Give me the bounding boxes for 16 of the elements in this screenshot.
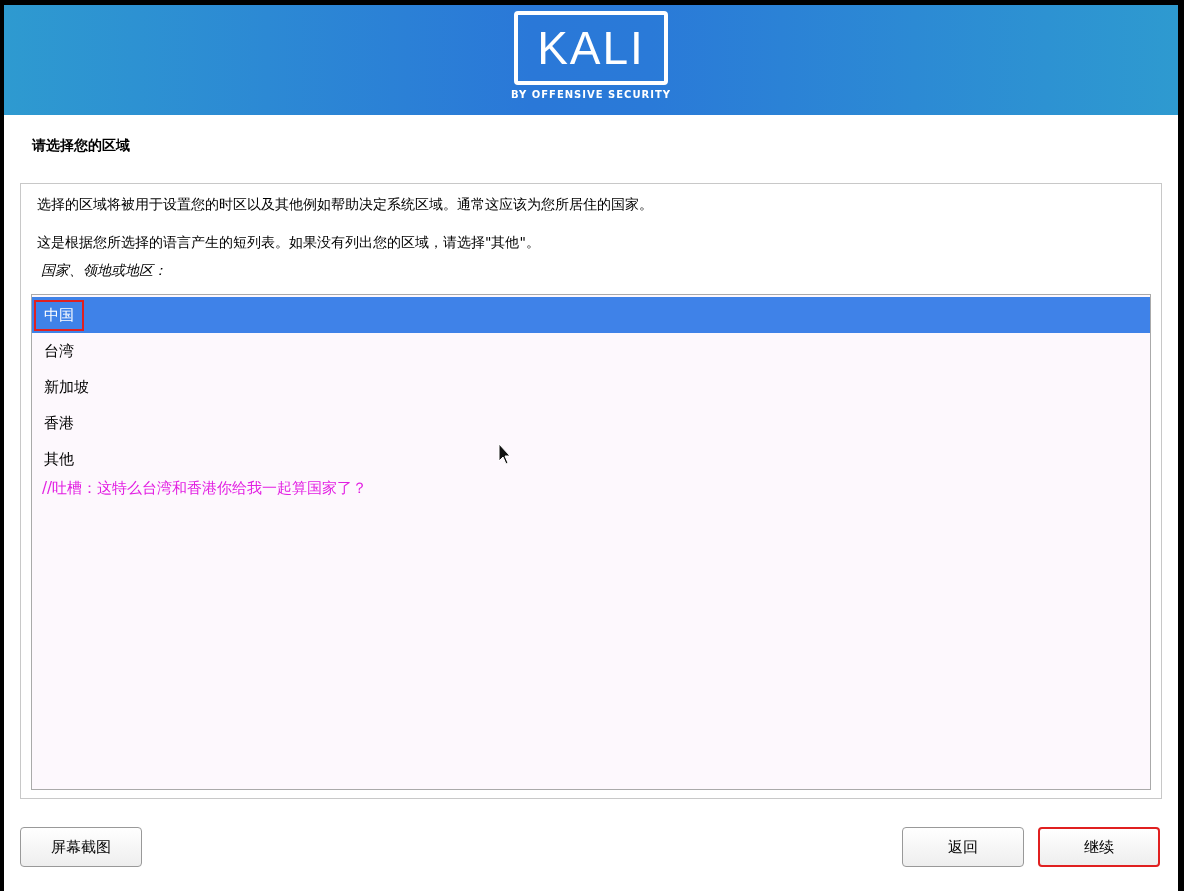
region-item[interactable]: 其他 [32,441,1150,477]
dialog-button[interactable]: 继续 [1038,827,1160,867]
region-item[interactable]: 台湾 [32,333,1150,369]
logo-text: KALI [537,25,645,71]
region-item[interactable]: 香港 [32,405,1150,441]
list-label: 国家、领地或地区： [41,262,168,280]
description-text: 选择的区域将被用于设置您的时区以及其他例如帮助决定系统区域。通常这应该为您所居住的国家。 [37,196,654,214]
dialog-button[interactable]: 返回 [902,827,1024,867]
page-title: 请选择您的区域 [32,137,131,155]
dialog-button[interactable]: 屏幕截图 [20,827,142,867]
logo-tagline: BY OFFENSIVE SECURITY [510,89,672,100]
region-item[interactable]: 中国 [32,297,1150,333]
mouse-pointer-icon [498,443,512,465]
region-item[interactable]: 新加坡 [32,369,1150,405]
annotation-comment: //吐槽：这特么台湾和香港你给我一起算国家了？ [41,479,369,498]
description-text: 这是根据您所选择的语言产生的短列表。如果没有列出您的区域，请选择"其他"。 [37,234,541,252]
